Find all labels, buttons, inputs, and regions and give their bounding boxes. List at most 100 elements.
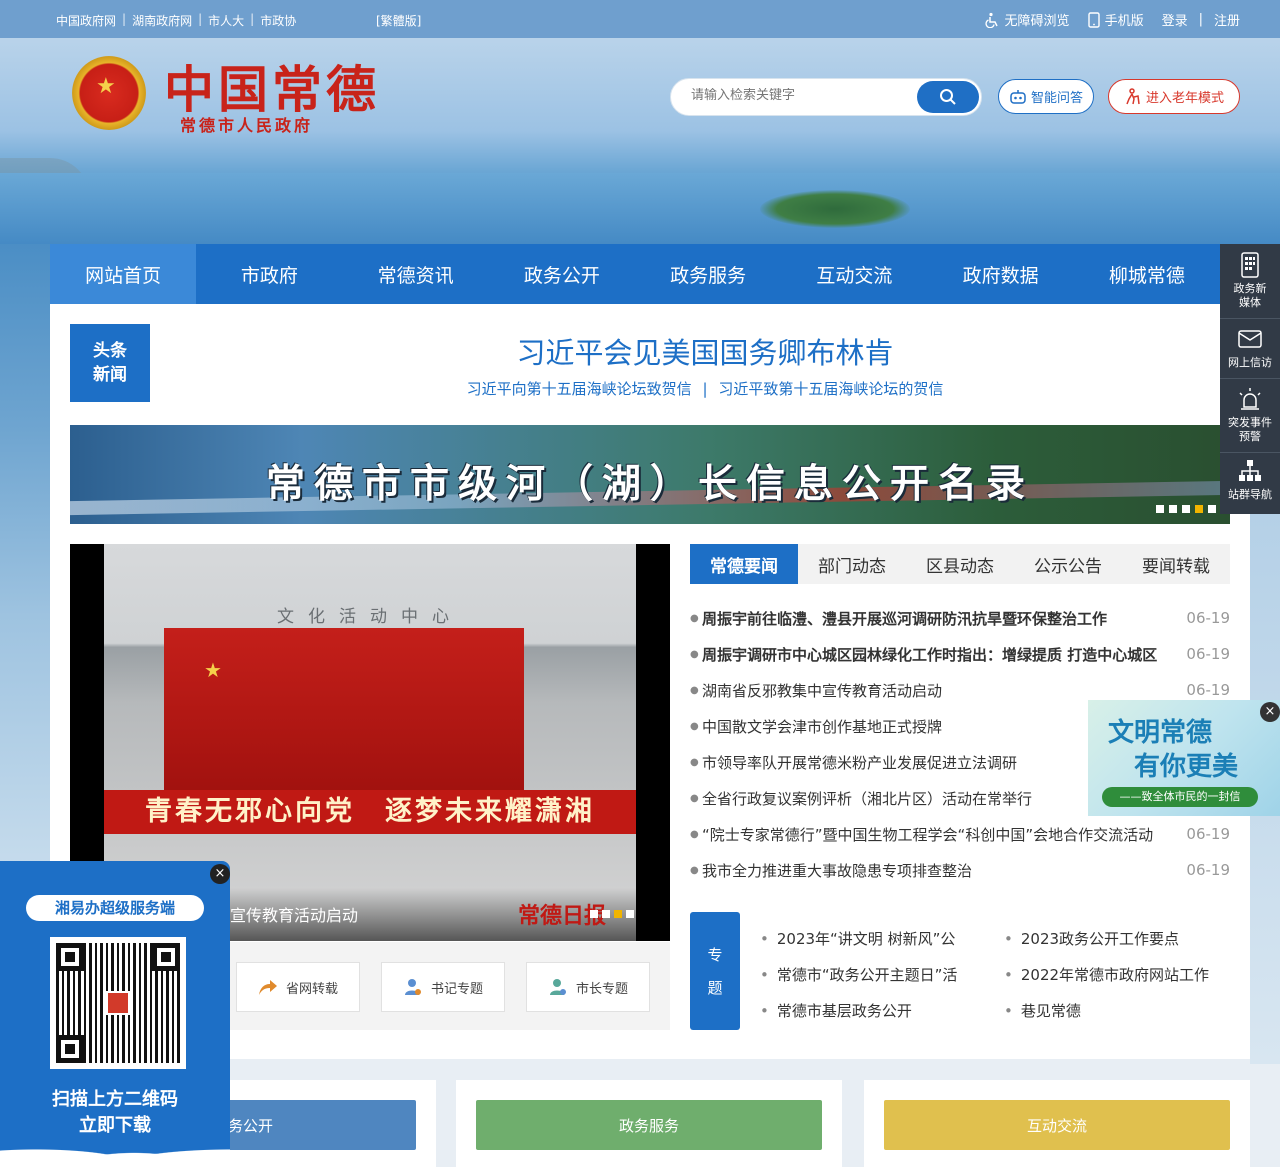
accessibility-link[interactable]: 无障碍浏览 (984, 10, 1070, 29)
news-title[interactable]: “院士专家常德行”暨中国生物工程学会“科创中国”会地合作交流活动 (702, 824, 1172, 845)
photo-building-text: 文化活动中心 (277, 607, 463, 627)
list-item[interactable]: ● “院士专家常德行”暨中国生物工程学会“科创中国”会地合作交流活动 06-19 (690, 816, 1230, 852)
top-links: 中国政府网 | 湖南政府网 | 市人大 | 市政协 (56, 12, 296, 29)
nav-item-city-government[interactable]: 市政府 (196, 244, 342, 304)
ai-qa-button[interactable]: 智能问答 (998, 79, 1094, 114)
link-city-npc[interactable]: 市人大 (208, 12, 244, 29)
mobile-label: 手机版 (1104, 14, 1144, 29)
elder-mode-button[interactable]: 进入老年模式 (1108, 79, 1240, 114)
app-title: 湘易办超级服务端 (26, 895, 204, 921)
news-tabs: 常德要闻 部门动态 区县动态 公示公告 要闻转载 (690, 544, 1230, 584)
banner-dot[interactable] (1208, 505, 1216, 513)
photo-dot[interactable] (590, 910, 598, 918)
sidebar-item-emergency-alert[interactable]: 突发事件预警 (1220, 386, 1280, 444)
sidebar-item-site-navigation[interactable]: 站群导航 (1220, 458, 1280, 502)
headline-title[interactable]: 习近平会见美国国务卿布林肯 (160, 330, 1250, 372)
topic-link[interactable]: 常德市基层政务公开 (760, 1000, 982, 1021)
login-link[interactable]: 登录 (1162, 10, 1188, 29)
search-button[interactable] (917, 81, 979, 113)
elder-mode-label: 进入老年模式 (1145, 91, 1224, 106)
qr-finder (56, 1035, 84, 1063)
topic-link[interactable]: 2023政务公开工作要点 (1004, 928, 1230, 949)
banner-dot-active[interactable] (1195, 505, 1203, 513)
left-landscape-decoration (0, 244, 50, 864)
app-close-button[interactable]: × (210, 864, 230, 884)
mayor-topic-button[interactable]: 市长专题 (526, 962, 650, 1012)
nav-item-gov-disclosure[interactable]: 政务公开 (489, 244, 635, 304)
nav-item-interaction[interactable]: 互动交流 (781, 244, 927, 304)
mobile-link[interactable]: 手机版 (1087, 10, 1144, 29)
photo-slogan: 青春无邪心向党 逐梦未来耀潇湘 (104, 790, 636, 834)
qr-pattern (56, 943, 180, 1063)
link-gov-cn[interactable]: 中国政府网 (56, 12, 116, 29)
news-title[interactable]: 湖南省反邪教集中宣传教育活动启动 (702, 680, 1172, 701)
headline-sublink-1[interactable]: 习近平向第十五届海峡论坛致贺信 (467, 380, 692, 398)
topic-link[interactable]: 2023年“讲文明 树新风”公 (760, 928, 982, 949)
photo-dot-active[interactable] (614, 910, 622, 918)
civ-close-button[interactable]: × (1260, 702, 1280, 722)
list-item[interactable]: ● 周振宇前往临澧、澧县开展巡河调研防汛抗旱暨环保整治工作 06-19 (690, 600, 1230, 636)
logo-subtitle: 常德市人民政府 (180, 116, 314, 135)
tab-reposted-news[interactable]: 要闻转载 (1122, 544, 1230, 584)
traditional-chinese-link[interactable]: [繁體版] (376, 12, 421, 29)
gov-service-button[interactable]: 政务服务 (476, 1100, 822, 1150)
headline-sublink-2[interactable]: 习近平致第十五届海峡论坛的贺信 (718, 380, 943, 398)
link-hunan-gov[interactable]: 湖南政府网 (132, 12, 192, 29)
app-logo-icon (106, 991, 130, 1015)
nav-item-gov-service[interactable]: 政务服务 (635, 244, 781, 304)
tab-county-news[interactable]: 区县动态 (906, 544, 1014, 584)
separator: | (198, 12, 203, 26)
bullet: ● (690, 828, 699, 840)
provincial-repost-button[interactable]: 省网转载 (236, 962, 360, 1012)
bullet: ● (690, 756, 699, 768)
top-bar: 中国政府网 | 湖南政府网 | 市人大 | 市政协 [繁體版] 无障碍浏览 手机… (0, 0, 1280, 38)
topic-link[interactable]: 2022年常德市政府网站工作 (1004, 964, 1230, 985)
secretary-topic-button[interactable]: 书记专题 (381, 962, 505, 1012)
robot-icon (1010, 89, 1026, 104)
tab-changde-news[interactable]: 常德要闻 (690, 544, 798, 584)
link-city-cppcc[interactable]: 市政协 (260, 12, 296, 29)
nav-item-home[interactable]: 网站首页 (50, 244, 197, 304)
search-input[interactable] (691, 88, 911, 103)
civilization-float-banner[interactable]: 文明常德 有你更美 ——致全体市民的一封信 (1088, 700, 1280, 816)
register-link[interactable]: 注册 (1214, 10, 1240, 29)
ai-qa-label: 智能问答 (1030, 91, 1083, 106)
headline-tag-line2: 新闻 (93, 365, 127, 385)
sidebar-item-petition[interactable]: 网上信访 (1220, 326, 1280, 370)
sidebar-label: 站群导航 (1228, 488, 1272, 501)
nav-item-changde-news[interactable]: 常德资讯 (343, 244, 489, 304)
news-title[interactable]: 周振宇调研市中心城区园林绿化工作时指出：增绿提质 打造中心城区 (702, 644, 1172, 665)
bullet: ● (690, 612, 699, 624)
phone-icon (1087, 11, 1100, 28)
topics-tag: 专 题 (690, 912, 740, 1030)
banner-dot[interactable] (1169, 505, 1177, 513)
civ-line2: 有你更美 (1134, 752, 1239, 782)
river-chief-banner[interactable]: 常德市市级河（湖）长信息公开名录 (70, 425, 1230, 524)
photo-dot[interactable] (626, 910, 634, 918)
separator: | (702, 380, 708, 398)
banner-dot[interactable] (1182, 505, 1190, 513)
sidebar-label: 政务新媒体 (1233, 282, 1267, 309)
civ-line1: 文明常德 (1108, 718, 1213, 748)
news-title[interactable]: 周振宇前往临澧、澧县开展巡河调研防汛抗旱暨环保整治工作 (702, 608, 1172, 629)
news-title[interactable]: 我市全力推进重大事故隐患专项排查整治 (702, 860, 1172, 881)
separator: | (122, 12, 127, 26)
topic-link[interactable]: 巷见常德 (1004, 1000, 1230, 1021)
person-icon (404, 979, 421, 995)
interaction-button[interactable]: 互动交流 (884, 1100, 1230, 1150)
sidebar-item-new-media[interactable]: 政务新媒体 (1220, 252, 1280, 310)
mail-icon (1238, 330, 1262, 348)
topic-link[interactable]: 常德市“政务公开主题日”活 (760, 964, 982, 985)
list-item[interactable]: ● 我市全力推进重大事故隐患专项排查整治 06-19 (690, 852, 1230, 888)
bullet: ● (690, 684, 699, 696)
accessibility-label: 无障碍浏览 (1004, 14, 1070, 29)
banner-dot[interactable] (1156, 505, 1164, 513)
nav-item-gov-data[interactable]: 政府数据 (928, 244, 1074, 304)
photo-dot[interactable] (602, 910, 610, 918)
tab-announcements[interactable]: 公示公告 (1014, 544, 1122, 584)
nav-item-liucheng-changde[interactable]: 柳城常德 (1074, 244, 1220, 304)
photo-caption[interactable]: 宣传教育活动启动 (230, 902, 358, 926)
list-item[interactable]: ● 周振宇调研市中心城区园林绿化工作时指出：增绿提质 打造中心城区 06-19 (690, 636, 1230, 672)
alarm-light-icon (1239, 388, 1261, 410)
tab-department-news[interactable]: 部门动态 (798, 544, 906, 584)
